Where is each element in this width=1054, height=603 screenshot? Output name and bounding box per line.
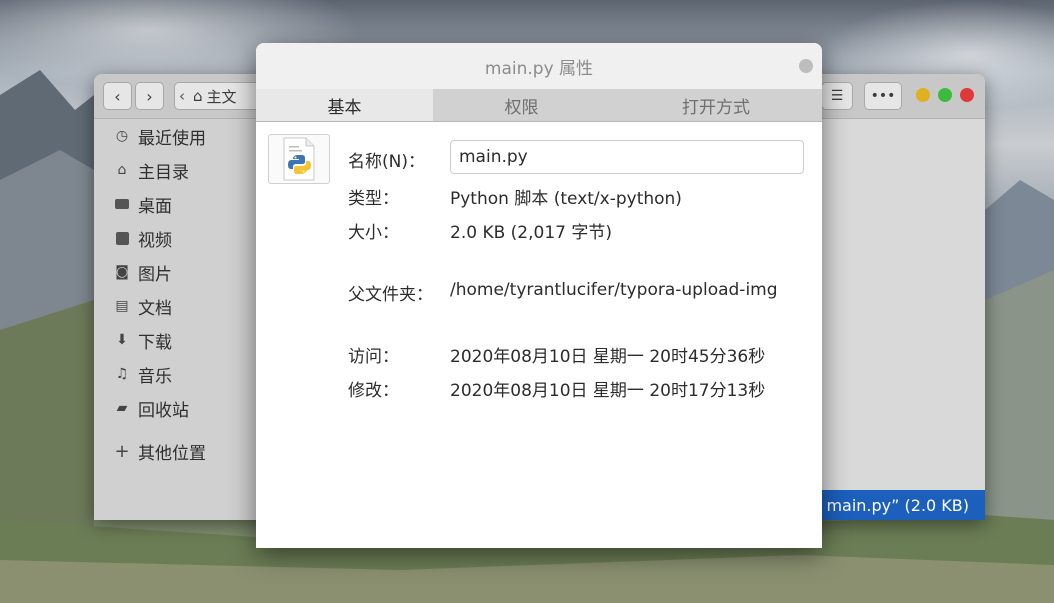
- sidebar-item-label: 主目录: [138, 162, 189, 183]
- tab-label: 权限: [504, 97, 539, 118]
- python-file-icon[interactable]: [268, 134, 330, 184]
- name-field[interactable]: [450, 140, 804, 174]
- chevron-left-small-icon: ‹: [179, 87, 185, 105]
- download-icon: ⬇: [116, 332, 128, 348]
- tab-permissions[interactable]: 权限: [433, 89, 610, 121]
- selection-status: main.py” (2.0 KB): [816, 490, 985, 520]
- desktop-icon: [114, 196, 130, 212]
- sidebar-item-videos[interactable]: 视频: [94, 223, 264, 253]
- size-label: 大小：: [348, 223, 399, 243]
- sidebar-item-label: 图片: [138, 264, 172, 285]
- dialog-titlebar[interactable]: main.py 属性: [256, 43, 822, 89]
- python-logo-icon: [283, 137, 315, 181]
- clock-icon: ◷: [115, 128, 129, 144]
- properties-dialog: main.py 属性 基本 权限 打开方式 名称(N)： 类型： Python …: [256, 43, 822, 548]
- tab-label: 基本: [327, 97, 362, 118]
- sidebar-item-label: 回收站: [138, 400, 189, 421]
- dialog-close-button[interactable]: [799, 59, 813, 73]
- accessed-value: 2020年08月10日 星期一 20时45分36秒: [450, 347, 766, 367]
- tab-basic[interactable]: 基本: [256, 89, 433, 121]
- camera-icon: ◙: [115, 264, 129, 280]
- tab-label: 打开方式: [682, 97, 750, 118]
- sidebar-item-music[interactable]: ♫ 音乐: [94, 359, 264, 389]
- places-sidebar: ◷ 最近使用 ⌂ 主目录 桌面 视频 ◙ 图片 ▤ 文档 ⬇ 下载 ♫ 音乐 ▰…: [94, 119, 264, 520]
- modified-label: 修改：: [348, 381, 399, 401]
- sidebar-item-documents[interactable]: ▤ 文档: [94, 291, 264, 321]
- path-bar[interactable]: ‹ ⌂ 主文: [174, 82, 264, 110]
- video-icon: [114, 230, 130, 246]
- tab-open-with[interactable]: 打开方式: [610, 89, 822, 121]
- sidebar-item-label: 其他位置: [138, 443, 206, 464]
- document-icon: ▤: [115, 298, 129, 314]
- sidebar-item-pictures[interactable]: ◙ 图片: [94, 257, 264, 287]
- sidebar-item-trash[interactable]: ▰ 回收站: [94, 393, 264, 423]
- modified-value: 2020年08月10日 星期一 20时17分13秒: [450, 381, 766, 401]
- size-value: 2.0 KB (2,017 字节): [450, 223, 612, 243]
- sidebar-item-label: 桌面: [138, 196, 172, 217]
- more-icon: •••: [870, 88, 896, 104]
- type-value: Python 脚本 (text/x-python): [450, 189, 682, 209]
- back-button[interactable]: ‹: [103, 82, 132, 110]
- dialog-tabs: 基本 权限 打开方式: [256, 89, 822, 122]
- sidebar-item-label: 下载: [138, 332, 172, 353]
- chevron-left-icon: ‹: [114, 86, 121, 106]
- sidebar-item-downloads[interactable]: ⬇ 下载: [94, 325, 264, 355]
- music-icon: ♫: [115, 366, 129, 382]
- sidebar-item-label: 视频: [138, 230, 172, 251]
- home-icon: ⌂: [193, 87, 203, 105]
- status-text: main.py” (2.0 KB): [826, 495, 969, 515]
- maximize-button[interactable]: [938, 88, 952, 102]
- forward-button[interactable]: ›: [135, 82, 164, 110]
- type-label: 类型：: [348, 189, 399, 209]
- menu-button[interactable]: •••: [864, 82, 902, 110]
- parent-folder-value[interactable]: /home/tyrantlucifer/typora-upload-img: [450, 280, 778, 300]
- trash-icon: ▰: [116, 400, 128, 416]
- sidebar-item-recent[interactable]: ◷ 最近使用: [94, 121, 264, 151]
- dialog-title: main.py 属性: [484, 58, 594, 79]
- sidebar-item-desktop[interactable]: 桌面: [94, 189, 264, 219]
- path-label: 主文: [206, 87, 237, 106]
- chevron-right-icon: ›: [146, 86, 153, 106]
- name-label: 名称(N)：: [348, 152, 425, 172]
- sidebar-item-other-locations[interactable]: + 其他位置: [94, 436, 264, 466]
- minimize-button[interactable]: [916, 88, 930, 102]
- list-view-button[interactable]: ☰: [821, 82, 853, 110]
- sidebar-item-label: 音乐: [138, 366, 172, 387]
- home-icon: ⌂: [117, 162, 127, 178]
- plus-icon: +: [114, 440, 130, 462]
- sidebar-item-label: 最近使用: [138, 128, 206, 149]
- accessed-label: 访问：: [348, 347, 399, 367]
- sidebar-item-home[interactable]: ⌂ 主目录: [94, 155, 264, 185]
- sidebar-item-label: 文档: [138, 298, 172, 319]
- list-icon: ☰: [830, 88, 844, 104]
- parent-folder-label: 父文件夹：: [348, 285, 433, 305]
- close-button[interactable]: [960, 88, 974, 102]
